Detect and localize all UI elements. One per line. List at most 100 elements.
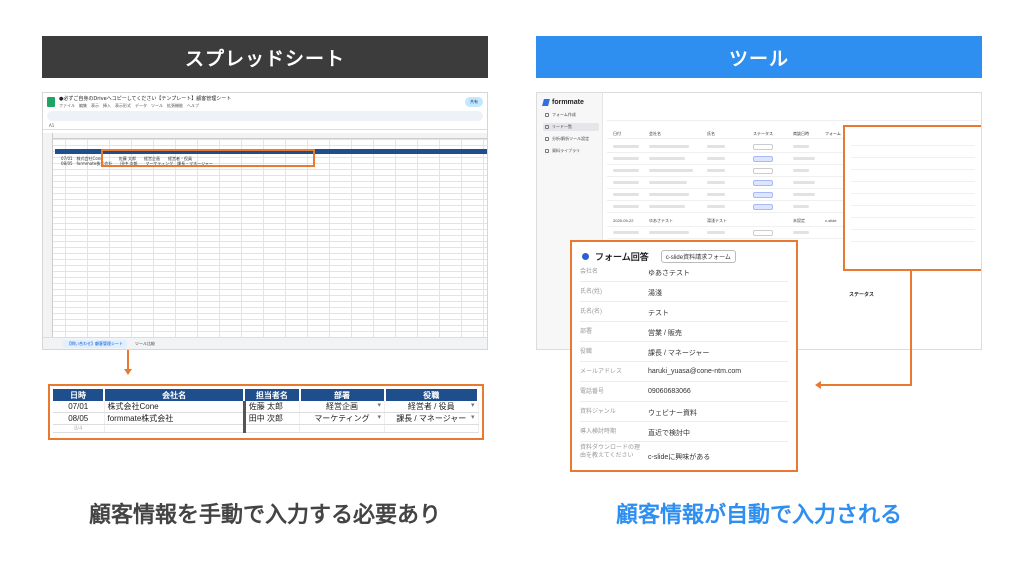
cell-date[interactable]: 08/05: [53, 412, 105, 425]
th-form: フォーム: [825, 131, 841, 136]
th-name: 氏名: [707, 131, 715, 136]
table-row: 08/05 formmate株式会社 田中 次郎 マーケティング 課長 / マネ…: [53, 412, 479, 425]
row-headers: [43, 133, 53, 339]
cell-person[interactable]: 佐藤 太郎: [244, 401, 301, 413]
form-answer-panel: フォーム回答 c-slide資料請求フォーム 会社名 ゆあさテスト 氏名(姓) …: [570, 240, 798, 472]
status-section: ステータス: [843, 289, 981, 341]
cell-department-dropdown[interactable]: [299, 424, 385, 433]
th-status: ステータス: [753, 131, 773, 136]
form-field-row: 役職 課長 / マネージャー: [580, 342, 788, 362]
field-label: 資料ジャンル: [580, 409, 616, 415]
field-value[interactable]: 営業 / 販売: [648, 328, 682, 338]
row-status: 未設定: [793, 218, 805, 223]
sidebar-item-library[interactable]: 資料ライブラリ: [543, 147, 599, 155]
cell-company[interactable]: formmate株式会社: [104, 412, 246, 425]
col-date: 日時: [53, 389, 105, 401]
th-meeting: 商談日時: [793, 131, 809, 136]
cell-department-dropdown[interactable]: 経営企画: [299, 401, 385, 413]
tab-tool-comparison[interactable]: ツール比較: [135, 341, 155, 347]
row-name: 湯淺テスト: [707, 218, 727, 223]
cell-position-dropdown[interactable]: 課長 / マネージャー: [384, 412, 479, 425]
field-value[interactable]: 09060683066: [648, 388, 691, 395]
spreadsheet-screenshot: ●必ずご自身のDriveへコピーしてください【テンプレート】顧客管理シート ファ…: [42, 92, 488, 350]
form-field-row: 電話番号 09060683066: [580, 382, 788, 402]
cell-date[interactable]: 07/01: [53, 401, 105, 413]
sheet-topbar: ●必ずご自身のDriveへコピーしてください【テンプレート】顧客管理シート ファ…: [43, 93, 487, 111]
tool-header: ツール: [536, 36, 982, 78]
form-field-row: 部署 営業 / 販売: [580, 322, 788, 342]
table-row: 8/4: [53, 424, 479, 433]
arrow-down-icon: [124, 369, 132, 375]
zoomed-table: 日時 会社名 担当者名 部署 役職 07/01 株式会社Cone 佐藤 太郎 経…: [48, 384, 484, 440]
sidebar-item-form-create[interactable]: フォーム作成: [543, 111, 599, 119]
field-value[interactable]: テスト: [648, 308, 669, 318]
form-field-row: 氏名(姓) 湯淺: [580, 282, 788, 302]
form-field-row: 資料ダウンロードの理由を教えてください c-slideに興味がある: [580, 442, 788, 470]
share-button[interactable]: 共有: [465, 97, 483, 107]
form-answer-panel-small: [843, 125, 981, 271]
brand: formmate: [542, 99, 584, 106]
caption-auto: 顧客情報が自動で入力される: [615, 503, 902, 528]
field-label: 氏名(名): [580, 309, 602, 315]
connector-line: [910, 270, 912, 386]
folder-icon: [545, 149, 549, 153]
connector-line: [127, 350, 129, 370]
field-value[interactable]: 湯淺: [648, 288, 662, 298]
field-label: メールアドレス: [580, 369, 623, 375]
field-value[interactable]: haruki_yuasa@cone-ntm.com: [648, 368, 741, 375]
sidebar-item-label: 資料ライブラリ: [552, 148, 580, 153]
cell-position-dropdown[interactable]: 経営者 / 役員: [384, 401, 479, 413]
formula-bar[interactable]: A1: [43, 121, 487, 130]
field-label: 部署: [580, 329, 593, 335]
sidebar-item-leads[interactable]: リード一覧: [543, 123, 599, 131]
arrow-left-icon: [815, 381, 821, 389]
cell-company[interactable]: 株式会社Cone: [104, 401, 246, 413]
form-field-row: メールアドレス haruki_yuasa@cone-ntm.com: [580, 362, 788, 382]
sidebar-item-analytics[interactable]: 分析/解析ツール設定: [543, 135, 599, 143]
sidebar-item-label: リード一覧: [552, 124, 572, 129]
status-title: ステータス: [849, 292, 875, 298]
sheet-title-block: ●必ずご自身のDriveへコピーしてください【テンプレート】顧客管理シート ファ…: [59, 95, 231, 109]
cell-company[interactable]: [104, 424, 246, 433]
form-icon: [545, 113, 549, 117]
tab-customer-sheet[interactable]: 【問い合わせ】顧客管理シート: [63, 339, 127, 348]
comparison-slide: スプレッドシート ツール ●必ずご自身のDriveへコピーしてください【テンプレ…: [0, 0, 1024, 576]
cell-person[interactable]: 田中 次郎: [244, 412, 301, 425]
cell-date[interactable]: 8/4: [53, 424, 105, 433]
row-company: ゆあさテスト: [649, 218, 673, 223]
status-dot-icon: [582, 253, 589, 260]
spreadsheet-header: スプレッドシート: [42, 36, 488, 78]
chart-icon: [545, 137, 549, 141]
sheet-tabs: 【問い合わせ】顧客管理シート ツール比較: [43, 337, 487, 349]
cell-department-dropdown[interactable]: マーケティング: [299, 412, 385, 425]
users-icon: [545, 125, 549, 129]
field-label: 役職: [580, 349, 593, 355]
field-value[interactable]: ウェビナー資料: [648, 408, 697, 418]
sheet-toolbar[interactable]: [47, 111, 483, 121]
sheet-menu[interactable]: ファイル 編集 表示 挿入 表示形式 データ ツール 拡張機能 ヘルプ: [59, 103, 231, 109]
th-company: 会社名: [649, 131, 661, 136]
cell-person[interactable]: [244, 424, 301, 433]
field-value[interactable]: 課長 / マネージャー: [648, 348, 709, 358]
row-date: 2025-09-22: [613, 218, 634, 223]
sheet-title: ●必ずご自身のDriveへコピーしてください【テンプレート】顧客管理シート: [59, 96, 232, 102]
form-field-row: 資料ジャンル ウェビナー資料: [580, 402, 788, 422]
field-label: 導入検討時期: [580, 429, 617, 435]
row-form: c-slide: [825, 218, 837, 223]
col-department: 部署: [299, 389, 386, 401]
field-label: 氏名(姓): [580, 289, 602, 295]
column-headers: [43, 133, 487, 139]
sidebar-item-label: フォーム作成: [552, 112, 576, 117]
sheet-highlight-box: [101, 149, 315, 167]
col-company: 会社名: [104, 389, 246, 401]
form-field-row: 会社名 ゆあさテスト: [580, 262, 788, 282]
cell-position-dropdown[interactable]: [384, 424, 479, 433]
connector-line: [820, 384, 912, 386]
field-value[interactable]: 直近で検討中: [648, 428, 690, 438]
field-value[interactable]: ゆあさテスト: [648, 268, 690, 278]
filter-bar[interactable]: [607, 109, 979, 121]
sidebar-item-label: 分析/解析ツール設定: [552, 136, 590, 141]
th-date: 日付: [613, 131, 621, 136]
field-value[interactable]: c-slideに興味がある: [648, 452, 710, 462]
col-person: 担当者名: [244, 389, 301, 401]
